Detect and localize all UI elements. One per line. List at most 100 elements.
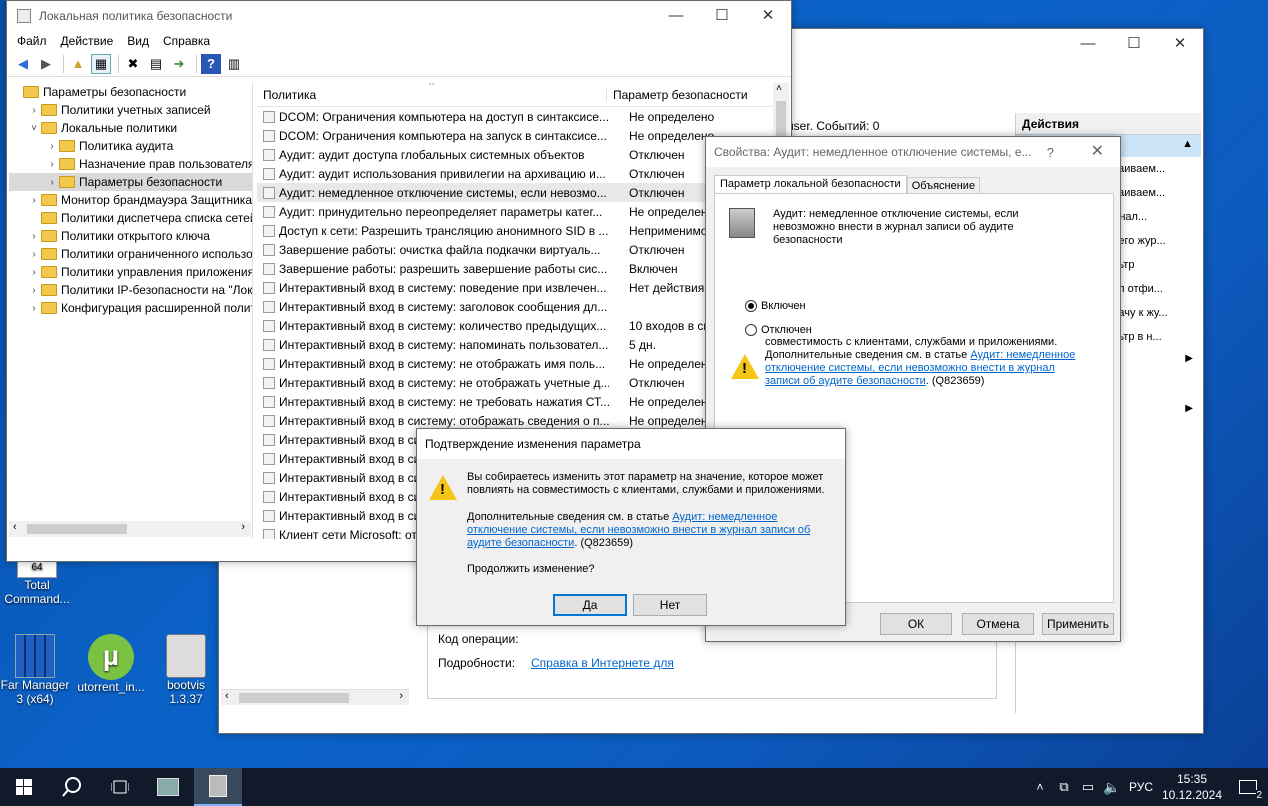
policy-icon xyxy=(263,186,275,199)
clock[interactable]: 15:35 10.12.2024 xyxy=(1160,771,1224,803)
chevron-icon[interactable]: ˅ xyxy=(27,123,41,134)
policy-icon xyxy=(263,395,275,408)
warning-icon xyxy=(429,475,457,500)
ok-button[interactable]: ОК xyxy=(880,613,952,635)
tree-item[interactable]: Параметры безопасности xyxy=(9,83,252,101)
close-icon[interactable]: ✕ xyxy=(1091,141,1104,161)
desktop-icon-total-commander[interactable]: 64 Total Command... xyxy=(2,558,72,606)
yes-button[interactable]: Да xyxy=(553,594,627,616)
chevron-icon[interactable]: › xyxy=(27,249,41,260)
tree-item[interactable]: › Политики управления приложениями xyxy=(9,263,252,281)
tree-item-label: Локальные политики xyxy=(61,121,178,135)
server-manager-taskbar-icon[interactable] xyxy=(144,768,192,806)
maximize-icon[interactable]: ☐ xyxy=(1111,29,1157,57)
col-policy[interactable]: Политика xyxy=(257,87,607,102)
action-pane-icon[interactable]: ▥ xyxy=(224,54,244,74)
chevron-icon[interactable]: › xyxy=(27,105,41,116)
minimize-icon[interactable]: — xyxy=(653,1,699,29)
chevron-icon[interactable]: › xyxy=(45,141,59,152)
show-tree-icon[interactable]: ▦ xyxy=(91,53,111,74)
battery-icon[interactable]: ▭ xyxy=(1076,768,1100,806)
tab-local-setting[interactable]: Параметр локальной безопасности xyxy=(714,175,907,195)
chevron-icon[interactable]: › xyxy=(45,159,59,170)
policy-name: Аудит: немедленное отключение системы, е… xyxy=(279,185,607,200)
radio-disabled-label: Отключен xyxy=(761,324,812,336)
desktop-icon-far-manager[interactable]: Far Manager 3 (x64) xyxy=(0,634,70,706)
tree-item[interactable]: ˅ Локальные политики xyxy=(9,119,252,137)
chevron-icon[interactable]: › xyxy=(27,285,41,296)
policy-icon xyxy=(263,509,275,522)
tree-item-label: Политики открытого ключа xyxy=(61,229,210,243)
tree-item[interactable]: › Политика аудита xyxy=(9,137,252,155)
export-list-icon[interactable]: ➜ xyxy=(169,54,189,74)
policy-icon xyxy=(263,205,275,218)
up-folder-icon[interactable]: ▲ xyxy=(68,54,88,74)
desktop-icon-utorrent[interactable]: µ utorrent_in... xyxy=(76,634,146,694)
start-windows-icon[interactable] xyxy=(0,768,48,806)
apply-button[interactable]: Применить xyxy=(1042,613,1114,635)
tree-item[interactable]: Политики диспетчера списка сетей xyxy=(9,209,252,227)
tree-item[interactable]: › Политики IP-безопасности на "Локальный … xyxy=(9,281,252,299)
forward-arrow-icon[interactable]: ▶ xyxy=(36,54,56,74)
back-arrow-icon[interactable]: ◀ xyxy=(13,54,33,74)
close-icon[interactable]: ✕ xyxy=(1157,29,1203,57)
radio-enabled[interactable]: Включен xyxy=(745,300,806,312)
close-icon[interactable]: ✕ xyxy=(745,1,791,29)
cancel-button[interactable]: Отмена xyxy=(962,613,1034,635)
chevron-icon[interactable]: › xyxy=(27,267,41,278)
submenu-arrow-icon[interactable]: ▶ xyxy=(1185,403,1193,414)
submenu-arrow-icon[interactable]: ▶ xyxy=(1185,353,1193,364)
table-row[interactable]: DCOM: Ограничения компьютера на доступ в… xyxy=(257,107,789,126)
list-header: Политика Параметр безопасности ˄ xyxy=(257,83,789,107)
tray-chevron-icon[interactable]: ˄ xyxy=(1030,768,1050,806)
language-indicator[interactable]: РУС xyxy=(1124,768,1158,806)
minimize-icon[interactable]: — xyxy=(1065,29,1111,57)
tree-item[interactable]: › Параметры безопасности xyxy=(9,173,252,191)
folder-icon xyxy=(41,248,57,260)
menu-view[interactable]: Вид xyxy=(127,34,149,48)
tree-item-label: Назначение прав пользователя xyxy=(79,157,253,171)
policy-name: Интерактивный вход в систему: количество… xyxy=(279,318,607,333)
help-button[interactable]: ? xyxy=(1047,145,1054,160)
tree-item[interactable]: › Политики открытого ключа xyxy=(9,227,252,245)
lsp-taskbar-icon[interactable] xyxy=(194,768,242,806)
tree-item[interactable]: › Конфигурация расширенной политики аудит… xyxy=(9,299,252,317)
radio-disabled[interactable]: Отключен xyxy=(745,324,812,336)
network-icon[interactable]: ⧉ xyxy=(1052,768,1076,806)
policy-icon xyxy=(263,224,275,237)
desktop-icon-label: Total Command... xyxy=(4,578,70,606)
tree-item[interactable]: › Монитор брандмауэра Защитника Windows xyxy=(9,191,252,209)
policy-name: Интерактивный вход в систему: не требова… xyxy=(279,394,609,409)
tree-item[interactable]: › Назначение прав пользователя xyxy=(9,155,252,173)
details-label: Подробности: xyxy=(438,656,516,670)
menu-file[interactable]: Файл xyxy=(17,34,47,48)
help-icon[interactable]: ? xyxy=(201,53,221,74)
hscroll-bottom[interactable]: ‹ › xyxy=(221,689,409,705)
chevron-icon[interactable]: › xyxy=(27,195,41,206)
chevron-up-icon: ▲ xyxy=(1182,138,1193,150)
chevron-icon[interactable]: › xyxy=(27,303,41,314)
folder-icon xyxy=(41,104,57,116)
volume-icon[interactable]: 🔈 xyxy=(1100,768,1124,806)
properties-icon[interactable]: ▤ xyxy=(146,54,166,74)
menu-action[interactable]: Действие xyxy=(61,34,114,48)
no-button[interactable]: Нет xyxy=(633,594,707,616)
details-link[interactable]: Справка в Интернете для xyxy=(531,656,674,670)
tree-hscroll[interactable]: ‹ › xyxy=(9,521,251,537)
col-setting[interactable]: Параметр безопасности xyxy=(607,88,748,102)
desktop-icon-bootvis[interactable]: bootvis 1.3.37 xyxy=(151,634,221,706)
folder-icon xyxy=(41,122,57,134)
tree-item[interactable]: › Политики учетных записей xyxy=(9,101,252,119)
policy-name: Завершение работы: очистка файла подкачк… xyxy=(279,242,601,257)
search-icon[interactable] xyxy=(48,768,96,806)
chevron-icon[interactable]: › xyxy=(45,177,59,188)
tree-item[interactable]: › Политики ограниченного использования пр… xyxy=(9,245,252,263)
window-title: Локальная политика безопасности xyxy=(39,9,233,23)
task-view-icon[interactable] xyxy=(96,768,144,806)
notification-icon[interactable]: 2 xyxy=(1228,768,1268,806)
policy-icon xyxy=(263,452,275,465)
delete-icon[interactable]: ✖ xyxy=(123,54,143,74)
maximize-icon[interactable]: ☐ xyxy=(699,1,745,29)
menu-help[interactable]: Справка xyxy=(163,34,210,48)
chevron-icon[interactable]: › xyxy=(27,231,41,242)
